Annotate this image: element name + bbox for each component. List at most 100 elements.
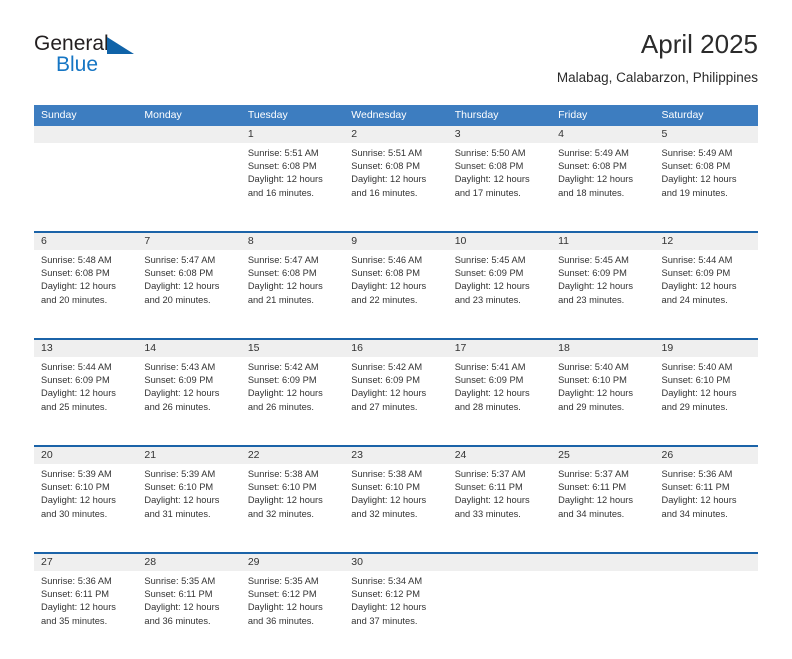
- calendar-cell-day[interactable]: Sunrise: 5:36 AM Sunset: 6:11 PM Daylight:…: [655, 464, 758, 552]
- calendar-cell-day[interactable]: Sunrise: 5:47 AM Sunset: 6:08 PM Daylight:…: [241, 250, 344, 338]
- calendar-cell-day[interactable]: Sunrise: 5:34 AM Sunset: 6:12 PM Daylight:…: [344, 571, 447, 659]
- daylight-text-line2: and 20 minutes.: [41, 294, 108, 305]
- day-number[interactable]: 28: [137, 554, 240, 571]
- day-number[interactable]: 18: [551, 340, 654, 357]
- day-details: Sunrise: 5:38 AM Sunset: 6:10 PM Daylight:…: [241, 464, 344, 521]
- sunrise-text: Sunrise: 5:47 AM: [144, 255, 216, 265]
- day-details: Sunrise: 5:38 AM Sunset: 6:10 PM Daylight:…: [344, 464, 447, 521]
- daylight-text-line1: Daylight: 12 hours: [454, 388, 530, 399]
- calendar-cell-empty: [655, 571, 758, 659]
- day-number[interactable]: 15: [241, 340, 344, 357]
- calendar-cell-day[interactable]: Sunrise: 5:46 AM Sunset: 6:08 PM Daylight:…: [344, 250, 447, 338]
- day-number[interactable]: 29: [241, 554, 344, 571]
- sunrise-text: Sunrise: 5:48 AM: [41, 255, 112, 265]
- day-number[interactable]: 13: [34, 340, 137, 357]
- calendar-cell-day[interactable]: Sunrise: 5:39 AM Sunset: 6:10 PM Daylight:…: [137, 464, 240, 552]
- day-number[interactable]: 3: [448, 126, 551, 143]
- calendar-cell-day[interactable]: Sunrise: 5:44 AM Sunset: 6:09 PM Daylight:…: [34, 357, 137, 445]
- calendar-cell-day[interactable]: Sunrise: 5:51 AM Sunset: 6:08 PM Daylight:…: [241, 143, 344, 231]
- sunset-text: Sunset: 6:10 PM: [351, 482, 420, 493]
- calendar-cell-day[interactable]: Sunrise: 5:50 AM Sunset: 6:08 PM Daylight:…: [448, 143, 551, 231]
- calendar-cell-day[interactable]: Sunrise: 5:37 AM Sunset: 6:11 PM Daylight:…: [551, 464, 654, 552]
- sunrise-text: Sunrise: 5:35 AM: [247, 576, 319, 586]
- daylight-text-line1: Daylight: 12 hours: [351, 602, 427, 613]
- day-details: Sunrise: 5:51 AM Sunset: 6:08 PM Daylight:…: [344, 143, 447, 200]
- calendar-cell-day[interactable]: Sunrise: 5:35 AM Sunset: 6:12 PM Daylight:…: [241, 571, 344, 659]
- day-number[interactable]: 9: [344, 233, 447, 250]
- calendar-cell-day[interactable]: Sunrise: 5:37 AM Sunset: 6:11 PM Daylight:…: [448, 464, 551, 552]
- calendar-week-row: 27 28 29 30 Sunrise: 5:36 AM Sunset: 6:11 PM D…: [34, 552, 758, 659]
- calendar-cell-day[interactable]: Sunrise: 5:40 AM Sunset: 6:10 PM Daylight:…: [551, 357, 654, 445]
- day-number[interactable]: 7: [137, 233, 240, 250]
- day-number[interactable]: 2: [344, 126, 447, 143]
- day-number[interactable]: 23: [344, 447, 447, 464]
- calendar-cell-day[interactable]: Sunrise: 5:47 AM Sunset: 6:08 PM Daylight:…: [137, 250, 240, 338]
- calendar-cell-day[interactable]: Sunrise: 5:42 AM Sunset: 6:09 PM Daylight:…: [241, 357, 344, 445]
- calendar-cell-day[interactable]: Sunrise: 5:36 AM Sunset: 6:11 PM Daylight:…: [34, 571, 137, 659]
- calendar-cell-day[interactable]: Sunrise: 5:45 AM Sunset: 6:09 PM Daylight:…: [448, 250, 551, 338]
- day-number[interactable]: 21: [137, 447, 240, 464]
- day-number[interactable]: 1: [241, 126, 344, 143]
- daylight-text-line1: Daylight: 12 hours: [41, 602, 116, 613]
- calendar-cell-day[interactable]: Sunrise: 5:44 AM Sunset: 6:09 PM Daylight:…: [655, 250, 758, 338]
- calendar-cell-day[interactable]: Sunrise: 5:42 AM Sunset: 6:09 PM Daylight:…: [344, 357, 447, 445]
- calendar-cell-day[interactable]: Sunrise: 5:45 AM Sunset: 6:09 PM Daylight:…: [551, 250, 654, 338]
- calendar-cell-day[interactable]: Sunrise: 5:41 AM Sunset: 6:09 PM Daylight:…: [448, 357, 551, 445]
- day-number[interactable]: 16: [344, 340, 447, 357]
- day-number[interactable]: 14: [137, 340, 240, 357]
- day-number[interactable]: 20: [34, 447, 137, 464]
- calendar-cell-empty: [448, 571, 551, 659]
- day-number[interactable]: 22: [241, 447, 344, 464]
- calendar-cell-day[interactable]: Sunrise: 5:49 AM Sunset: 6:08 PM Daylight:…: [551, 143, 654, 231]
- sunset-text: Sunset: 6:08 PM: [351, 268, 420, 279]
- calendar-cell-day[interactable]: Sunrise: 5:38 AM Sunset: 6:10 PM Daylight:…: [241, 464, 344, 552]
- daylight-text-line2: and 37 minutes.: [351, 615, 418, 626]
- day-number[interactable]: 30: [344, 554, 447, 571]
- day-number-band: 12345: [34, 126, 758, 143]
- day-number[interactable]: 24: [448, 447, 551, 464]
- daylight-text-line2: and 30 minutes.: [41, 508, 108, 519]
- daylight-text-line2: and 32 minutes.: [351, 508, 418, 519]
- day-number[interactable]: 26: [655, 447, 758, 464]
- daylight-text-line2: and 26 minutes.: [247, 401, 314, 412]
- day-number: [137, 126, 240, 143]
- calendar-page: General Blue April 2025 Malabag, Calabar…: [0, 0, 792, 626]
- calendar-cell-day[interactable]: Sunrise: 5:39 AM Sunset: 6:10 PM Daylight:…: [34, 464, 137, 552]
- daylight-text-line2: and 34 minutes.: [661, 508, 728, 519]
- day-number-band: 20 21 22 23 24 25 26: [34, 447, 758, 464]
- calendar-cell-day[interactable]: Sunrise: 5:38 AM Sunset: 6:10 PM Daylight:…: [344, 464, 447, 552]
- calendar-cell-day[interactable]: Sunrise: 5:48 AM Sunset: 6:08 PM Daylight:…: [34, 250, 137, 338]
- day-number[interactable]: 6: [34, 233, 137, 250]
- logo-triangle-icon: [107, 37, 134, 54]
- sunrise-text: Sunrise: 5:45 AM: [454, 255, 526, 265]
- daylight-text-line2: and 28 minutes.: [454, 401, 521, 412]
- daylight-text-line1: Daylight: 12 hours: [351, 388, 427, 399]
- day-number[interactable]: 4: [551, 126, 654, 143]
- calendar-cell-day[interactable]: Sunrise: 5:51 AM Sunset: 6:08 PM Daylight:…: [344, 143, 447, 231]
- day-details: Sunrise: 5:35 AM Sunset: 6:11 PM Daylight:…: [137, 571, 240, 628]
- day-number[interactable]: 19: [655, 340, 758, 357]
- calendar-cell-day[interactable]: Sunrise: 5:49 AM Sunset: 6:08 PM Daylight:…: [655, 143, 758, 231]
- sunrise-text: Sunrise: 5:40 AM: [558, 362, 629, 372]
- day-number[interactable]: 10: [448, 233, 551, 250]
- daylight-text-line2: and 16 minutes.: [351, 187, 418, 198]
- day-number[interactable]: 27: [34, 554, 137, 571]
- day-number[interactable]: 8: [241, 233, 344, 250]
- calendar-cell-day[interactable]: Sunrise: 5:43 AM Sunset: 6:09 PM Daylight:…: [137, 357, 240, 445]
- day-details: Sunrise: 5:44 AM Sunset: 6:09 PM Daylight:…: [34, 357, 137, 414]
- day-number[interactable]: 12: [655, 233, 758, 250]
- sunset-text: Sunset: 6:08 PM: [351, 161, 420, 172]
- sunset-text: Sunset: 6:09 PM: [351, 375, 420, 386]
- daylight-text-line2: and 21 minutes.: [247, 294, 314, 305]
- daylight-text-line1: Daylight: 12 hours: [454, 174, 530, 185]
- day-details: Sunrise: 5:50 AM Sunset: 6:08 PM Daylight:…: [448, 143, 551, 200]
- day-number[interactable]: 25: [551, 447, 654, 464]
- day-number[interactable]: 11: [551, 233, 654, 250]
- day-details: Sunrise: 5:42 AM Sunset: 6:09 PM Daylight:…: [344, 357, 447, 414]
- day-number: [34, 126, 137, 143]
- page-title: April 2025: [640, 29, 758, 59]
- calendar-cell-day[interactable]: Sunrise: 5:40 AM Sunset: 6:10 PM Daylight:…: [655, 357, 758, 445]
- calendar-cell-day[interactable]: Sunrise: 5:35 AM Sunset: 6:11 PM Daylight:…: [137, 571, 240, 659]
- day-number[interactable]: 17: [448, 340, 551, 357]
- day-number[interactable]: 5: [655, 126, 758, 143]
